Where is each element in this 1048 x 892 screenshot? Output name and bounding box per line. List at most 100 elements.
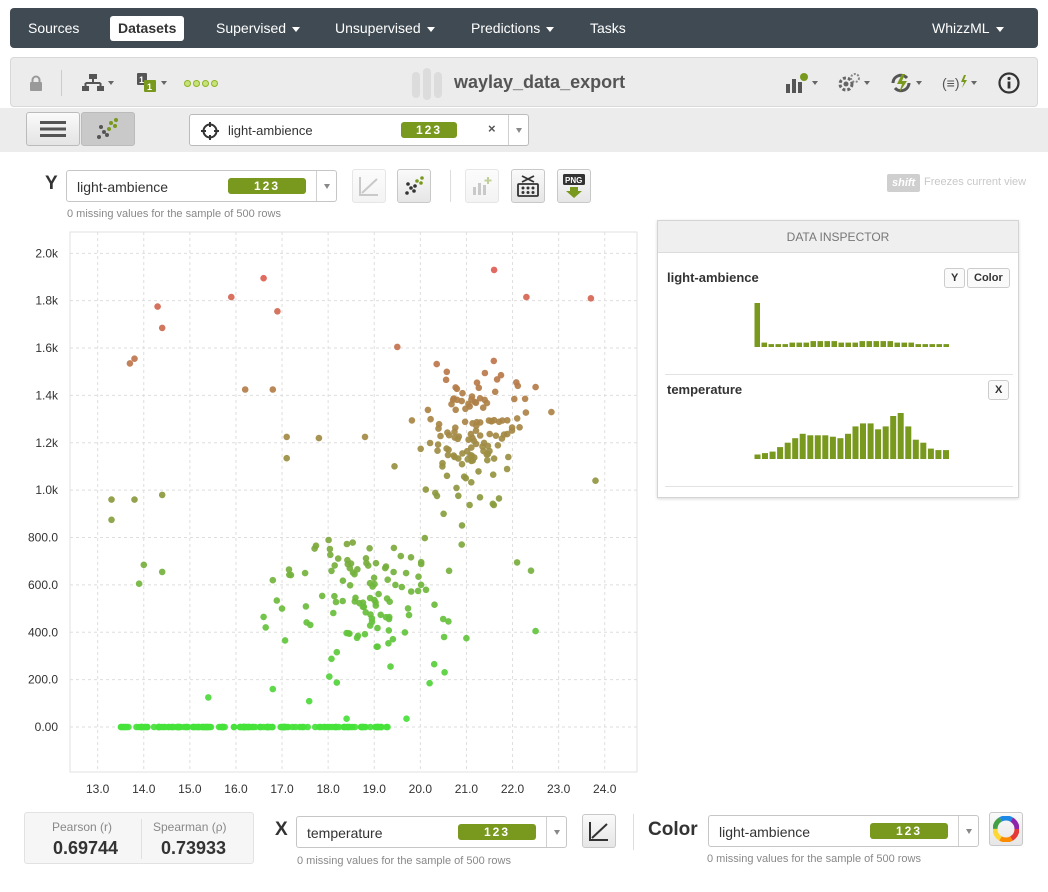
data-point[interactable] <box>364 562 372 569</box>
data-point[interactable] <box>135 580 143 587</box>
data-point[interactable] <box>439 463 446 470</box>
data-point[interactable] <box>463 634 470 642</box>
data-point[interactable] <box>260 274 267 282</box>
data-point[interactable] <box>125 723 132 731</box>
data-point[interactable] <box>455 492 462 500</box>
data-point[interactable] <box>433 492 441 500</box>
data-point[interactable] <box>158 491 166 499</box>
data-point[interactable] <box>513 559 521 566</box>
data-point[interactable] <box>154 303 161 310</box>
data-point[interactable] <box>469 420 476 427</box>
data-point[interactable] <box>481 396 489 404</box>
color-field-dropdown[interactable] <box>958 816 978 846</box>
data-point[interactable] <box>394 343 401 351</box>
data-point[interactable] <box>367 723 374 731</box>
data-point[interactable] <box>398 583 406 591</box>
data-point[interactable] <box>451 428 458 436</box>
data-point[interactable] <box>479 404 487 412</box>
data-point[interactable] <box>343 715 350 722</box>
data-point[interactable] <box>278 605 286 612</box>
data-point[interactable] <box>237 723 244 731</box>
data-point[interactable] <box>489 500 497 508</box>
data-point[interactable] <box>513 379 520 386</box>
data-point[interactable] <box>491 388 499 396</box>
data-point[interactable] <box>131 355 138 363</box>
data-point[interactable] <box>269 685 277 693</box>
x-field-select[interactable]: temperature 123 <box>296 816 567 848</box>
data-point[interactable] <box>262 624 270 631</box>
color-field-select[interactable]: light-ambience 123 <box>708 815 979 847</box>
data-point[interactable] <box>189 723 197 731</box>
data-point[interactable] <box>489 471 497 479</box>
data-point[interactable] <box>422 586 430 594</box>
data-point[interactable] <box>458 460 466 468</box>
data-point[interactable] <box>466 501 473 509</box>
data-point[interactable] <box>458 397 466 405</box>
data-point[interactable] <box>370 574 378 582</box>
data-point[interactable] <box>283 433 291 441</box>
data-point[interactable] <box>356 599 363 607</box>
inspector-y-button[interactable]: Y <box>944 268 966 288</box>
data-point[interactable] <box>281 723 288 731</box>
data-point[interactable] <box>340 723 348 731</box>
data-point[interactable] <box>331 592 338 600</box>
data-point[interactable] <box>354 632 362 640</box>
data-point[interactable] <box>390 568 397 576</box>
data-point[interactable] <box>468 479 475 486</box>
data-point[interactable] <box>445 446 452 454</box>
data-point[interactable] <box>305 697 313 705</box>
data-point[interactable] <box>548 408 555 416</box>
data-point[interactable] <box>404 605 412 612</box>
inspector-color-button[interactable]: Color <box>967 268 1010 288</box>
data-point[interactable] <box>511 395 518 403</box>
data-point[interactable] <box>472 440 480 448</box>
data-point[interactable] <box>361 433 369 441</box>
data-point[interactable] <box>158 324 166 332</box>
data-point[interactable] <box>449 396 457 404</box>
data-point[interactable] <box>311 723 319 731</box>
data-point[interactable] <box>495 495 503 502</box>
data-point[interactable] <box>142 723 149 731</box>
data-point[interactable] <box>283 454 291 462</box>
data-point[interactable] <box>273 597 281 604</box>
data-point[interactable] <box>385 627 393 634</box>
data-point[interactable] <box>443 472 451 480</box>
regression-line-button[interactable] <box>582 814 616 848</box>
data-point[interactable] <box>361 630 369 638</box>
data-point[interactable] <box>430 660 438 668</box>
data-point[interactable] <box>453 385 461 393</box>
data-point[interactable] <box>450 452 458 459</box>
data-point[interactable] <box>381 564 389 572</box>
data-point[interactable] <box>484 456 491 464</box>
data-point[interactable] <box>384 576 392 583</box>
data-point[interactable] <box>424 406 432 414</box>
data-point[interactable] <box>500 431 508 438</box>
data-point[interactable] <box>318 592 326 600</box>
data-point[interactable] <box>397 552 405 560</box>
data-point[interactable] <box>375 590 382 598</box>
data-point[interactable] <box>587 295 595 302</box>
data-point[interactable] <box>219 723 226 731</box>
x-field-dropdown[interactable] <box>546 817 566 847</box>
data-point[interactable] <box>417 560 425 568</box>
data-point[interactable] <box>434 447 441 455</box>
data-point[interactable] <box>386 598 394 605</box>
data-point[interactable] <box>228 293 235 301</box>
data-point[interactable] <box>443 368 451 376</box>
data-point[interactable] <box>326 673 333 680</box>
data-point[interactable] <box>108 496 115 503</box>
data-point[interactable] <box>490 357 498 365</box>
data-point[interactable] <box>367 611 374 618</box>
data-point[interactable] <box>407 554 415 561</box>
data-point[interactable] <box>421 534 429 542</box>
data-point[interactable] <box>346 582 354 589</box>
data-point[interactable] <box>131 496 138 503</box>
data-point[interactable] <box>274 308 281 315</box>
data-point[interactable] <box>140 561 148 569</box>
data-point[interactable] <box>441 669 448 676</box>
data-point[interactable] <box>461 418 469 426</box>
data-point[interactable] <box>260 613 267 621</box>
data-point[interactable] <box>366 545 373 552</box>
data-point[interactable] <box>437 432 444 440</box>
data-point[interactable] <box>459 389 466 397</box>
